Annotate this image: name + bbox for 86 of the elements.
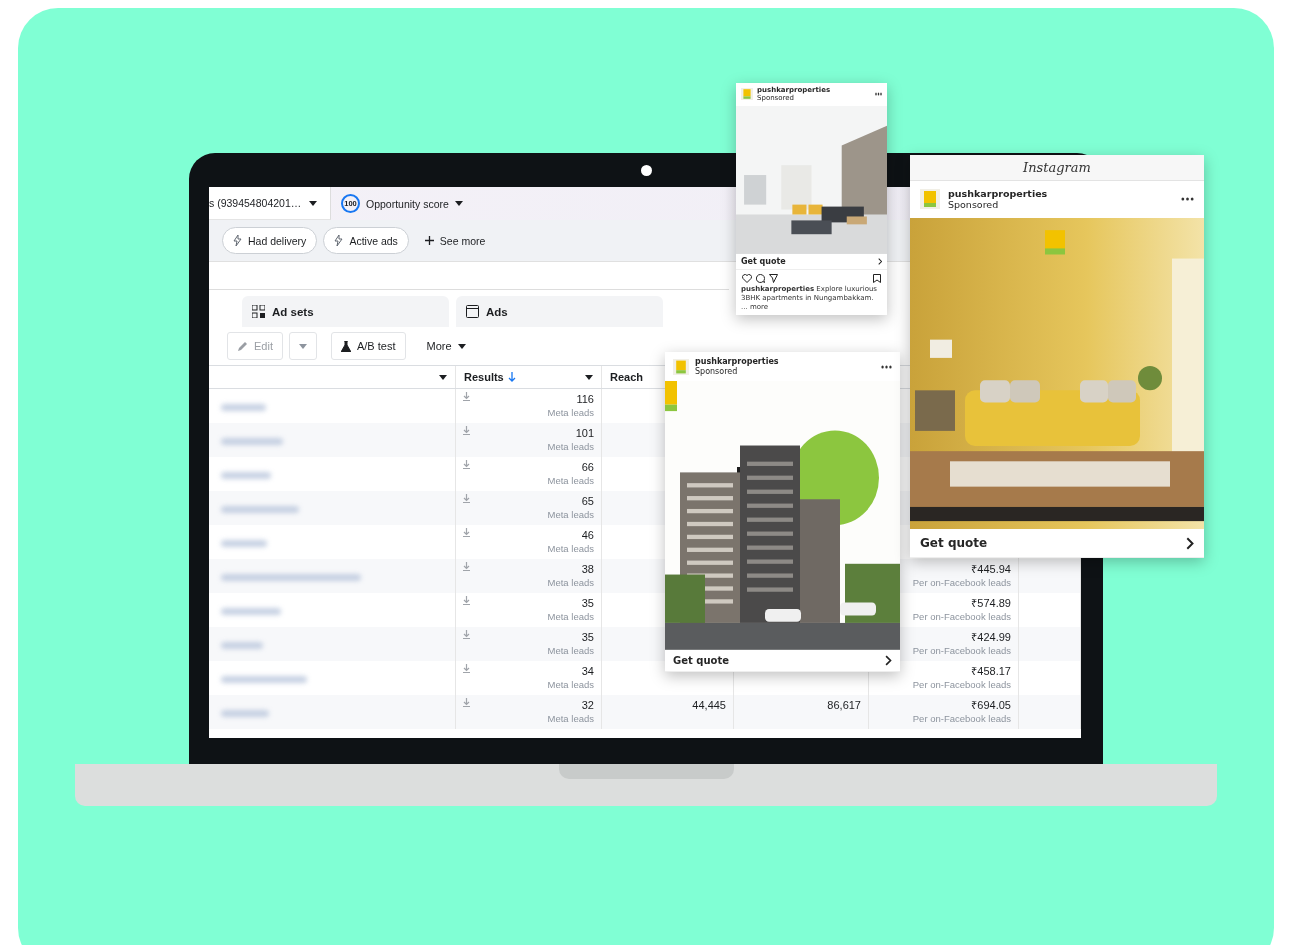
caret-down-icon[interactable] bbox=[454, 201, 463, 206]
results-unit: Meta leads bbox=[547, 474, 594, 488]
reach-value: 44,445 bbox=[692, 698, 726, 712]
cost-unit: Per on-Facebook leads bbox=[912, 712, 1011, 726]
brand-logo-icon bbox=[673, 358, 689, 375]
results-value: 66 bbox=[581, 460, 594, 474]
cta-label[interactable]: Get quote bbox=[673, 655, 729, 666]
more-options-icon[interactable] bbox=[1181, 197, 1194, 202]
comment-icon[interactable] bbox=[756, 273, 765, 283]
filter-chip[interactable]: Active ads bbox=[323, 227, 409, 254]
account-selector[interactable]: s (939454804201… bbox=[209, 187, 331, 220]
blurred-name bbox=[221, 710, 269, 717]
cost-value: ₹574.89 bbox=[971, 596, 1011, 610]
camera-dot bbox=[641, 165, 652, 176]
blurred-name bbox=[221, 642, 263, 649]
sort-arrow-icon[interactable] bbox=[507, 372, 516, 382]
results-unit: Meta leads bbox=[547, 678, 594, 692]
table-cell: 86,617 bbox=[827, 698, 861, 712]
filter-chip[interactable]: Had delivery bbox=[222, 227, 318, 254]
blurred-name bbox=[221, 540, 267, 547]
send-icon[interactable] bbox=[769, 273, 778, 283]
results-value: 35 bbox=[581, 630, 594, 644]
cost-unit: Per on-Facebook leads bbox=[912, 678, 1011, 692]
chevron-right-icon[interactable] bbox=[877, 257, 882, 265]
blurred-name bbox=[221, 608, 281, 615]
caret-down-icon bbox=[457, 343, 466, 349]
window-icon bbox=[466, 305, 479, 318]
chevron-right-icon[interactable] bbox=[1186, 536, 1194, 550]
cta-label[interactable]: Get quote bbox=[920, 536, 988, 550]
account-name[interactable]: pushkarproperties bbox=[695, 357, 875, 367]
cost-value: ₹424.99 bbox=[971, 630, 1011, 644]
results-unit: Meta leads bbox=[547, 576, 594, 590]
more-options-icon[interactable] bbox=[875, 92, 882, 97]
tab[interactable]: Ads bbox=[456, 296, 663, 327]
brand-logo-icon bbox=[920, 189, 940, 210]
results-unit: Meta leads bbox=[547, 406, 594, 420]
cost-value: ₹458.17 bbox=[971, 664, 1011, 678]
plus-icon bbox=[424, 236, 434, 245]
cta-label[interactable]: Get quote bbox=[741, 256, 786, 266]
chevron-right-icon[interactable] bbox=[885, 655, 892, 666]
cost-value: ₹445.94 bbox=[971, 562, 1011, 576]
heart-icon[interactable] bbox=[742, 273, 752, 283]
tab[interactable]: Ad sets bbox=[242, 296, 449, 327]
results-value: 46 bbox=[581, 528, 594, 542]
results-unit: Meta leads bbox=[547, 508, 594, 522]
results-value: 101 bbox=[575, 426, 594, 440]
blurred-name bbox=[221, 404, 266, 411]
results-value: 38 bbox=[581, 562, 594, 576]
blurred-name bbox=[221, 472, 271, 479]
brand-logo-icon bbox=[741, 88, 753, 101]
results-unit: Meta leads bbox=[547, 712, 594, 726]
bookmark-icon[interactable] bbox=[873, 273, 881, 283]
caret-down-icon[interactable] bbox=[309, 200, 318, 206]
sponsored-label: Sponsored bbox=[695, 366, 739, 377]
platform-title: Instagram bbox=[910, 155, 1204, 181]
account-name[interactable]: pushkarproperties bbox=[948, 188, 1173, 200]
see-more-button[interactable]: See more bbox=[414, 234, 496, 247]
column-header[interactable]: Results bbox=[464, 371, 504, 383]
results-value: 34 bbox=[581, 664, 594, 678]
ab-test-button[interactable]: A/B test bbox=[330, 332, 406, 360]
results-unit: Meta leads bbox=[547, 644, 594, 658]
caret-down-icon[interactable] bbox=[585, 374, 593, 380]
results-value: 35 bbox=[581, 596, 594, 610]
results-value: 65 bbox=[581, 494, 594, 508]
grid-icon bbox=[252, 305, 265, 318]
lightning-icon bbox=[334, 235, 344, 246]
cost-unit: Per on-Facebook leads bbox=[912, 576, 1011, 590]
sponsored-label: Sponsored bbox=[948, 199, 1000, 211]
lightning-icon bbox=[233, 235, 242, 246]
blurred-name bbox=[221, 438, 283, 445]
results-value: 116 bbox=[576, 392, 594, 406]
results-unit: Meta leads bbox=[547, 440, 594, 454]
more-options-icon[interactable] bbox=[881, 364, 892, 369]
pencil-icon bbox=[237, 340, 248, 352]
caret-down-icon bbox=[298, 343, 307, 349]
column-header[interactable]: Reach bbox=[610, 371, 644, 383]
opportunity-score-label[interactable]: Opportunity score bbox=[366, 197, 449, 210]
results-value: 32 bbox=[581, 698, 594, 712]
cost-unit: Per on-Facebook leads bbox=[912, 644, 1011, 658]
account-name: s (939454804201… bbox=[209, 197, 302, 209]
caret-down-icon[interactable] bbox=[439, 374, 447, 380]
results-unit: Meta leads bbox=[547, 542, 594, 556]
flask-icon bbox=[340, 340, 351, 352]
cost-value: ₹694.05 bbox=[971, 698, 1011, 712]
results-unit: Meta leads bbox=[547, 610, 594, 624]
cost-unit: Per on-Facebook leads bbox=[912, 610, 1011, 624]
